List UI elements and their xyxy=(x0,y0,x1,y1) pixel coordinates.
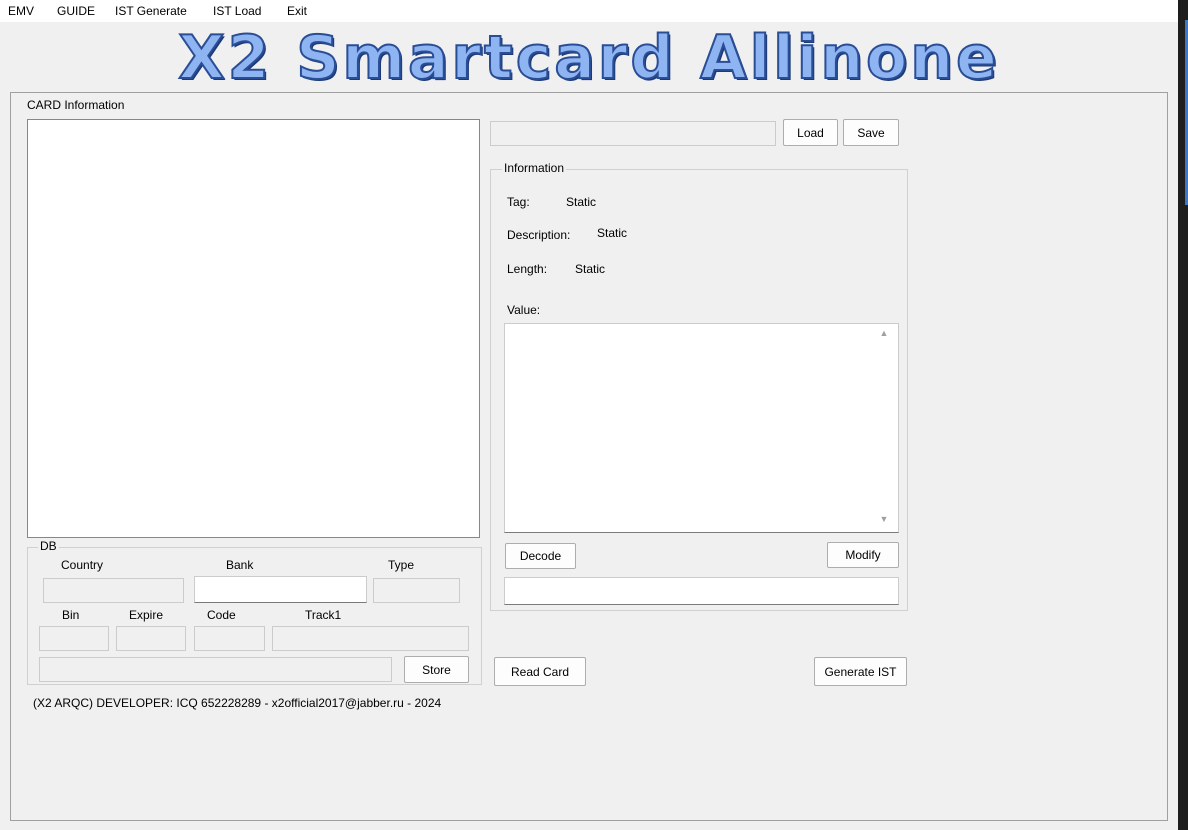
value-label: Value: xyxy=(507,303,541,317)
bin-label: Bin xyxy=(62,608,80,622)
store-button[interactable]: Store xyxy=(404,656,469,683)
card-tree-view[interactable] xyxy=(27,119,480,538)
store-field[interactable] xyxy=(39,657,392,682)
read-card-button[interactable]: Read Card xyxy=(494,657,586,686)
country-field[interactable] xyxy=(43,578,184,603)
decode-button[interactable]: Decode xyxy=(505,543,576,569)
decoded-output-field[interactable] xyxy=(504,577,899,605)
bank-label: Bank xyxy=(226,558,254,572)
country-label: Country xyxy=(61,558,104,572)
menu-emv[interactable]: EMV xyxy=(8,4,34,18)
length-label: Length: xyxy=(507,262,548,276)
menu-guide[interactable]: GUIDE xyxy=(57,4,95,18)
modify-button[interactable]: Modify xyxy=(827,542,899,568)
bin-field[interactable] xyxy=(39,626,109,651)
description-label: Description: xyxy=(507,228,571,242)
menu-bar: EMV GUIDE IST Generate IST Load Exit xyxy=(0,0,1178,22)
track1-field[interactable] xyxy=(272,626,469,651)
app-logo: X2 Smartcard Allinone xyxy=(177,23,1000,93)
menu-ist-load[interactable]: IST Load xyxy=(213,4,261,18)
menu-ist-generate[interactable]: IST Generate xyxy=(115,4,187,18)
code-field[interactable] xyxy=(194,626,265,651)
generate-ist-button[interactable]: Generate IST xyxy=(814,657,907,686)
tag-label: Tag: xyxy=(507,195,530,209)
type-label: Type xyxy=(388,558,415,572)
value-textarea[interactable] xyxy=(504,323,899,533)
expire-field[interactable] xyxy=(116,626,186,651)
information-title: Information xyxy=(502,161,567,175)
menu-exit[interactable]: Exit xyxy=(287,4,307,18)
load-button[interactable]: Load xyxy=(783,119,838,146)
card-information-title: CARD Information xyxy=(27,98,125,112)
description-value: Static xyxy=(597,226,628,240)
save-button[interactable]: Save xyxy=(843,119,899,146)
file-path-field[interactable] xyxy=(490,121,776,146)
length-value: Static xyxy=(575,262,606,276)
db-title: DB xyxy=(38,539,59,553)
expire-label: Expire xyxy=(129,608,164,622)
tag-value: Static xyxy=(566,195,597,209)
type-field[interactable] xyxy=(373,578,460,603)
code-label: Code xyxy=(207,608,236,622)
track1-label: Track1 xyxy=(305,608,342,622)
scroll-down-arrow-icon[interactable]: ▼ xyxy=(877,514,891,526)
scroll-up-arrow-icon[interactable]: ▲ xyxy=(877,328,891,340)
bank-field[interactable] xyxy=(194,576,367,603)
developer-credit: (X2 ARQC) DEVELOPER: ICQ 652228289 - x2o… xyxy=(33,696,442,710)
